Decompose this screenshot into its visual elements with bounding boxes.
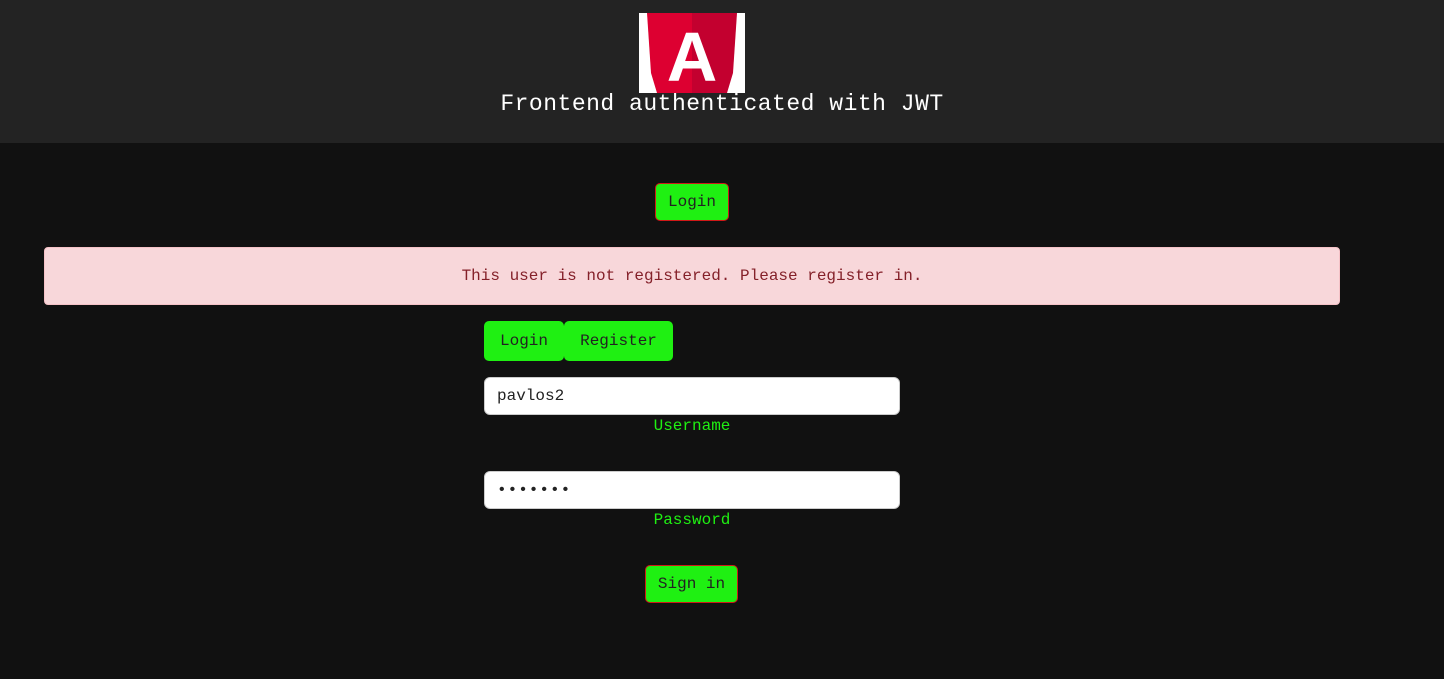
sign-in-button[interactable]: Sign in xyxy=(645,565,738,603)
app-title: Frontend authenticated with JWT xyxy=(500,91,944,117)
username-label: Username xyxy=(653,417,731,435)
login-nav-button[interactable]: Login xyxy=(655,183,729,221)
username-input[interactable] xyxy=(484,377,900,415)
error-alert: This user is not registered. Please regi… xyxy=(44,247,1340,305)
password-input[interactable] xyxy=(484,471,900,509)
app-header: A Frontend authenticated with JWT xyxy=(0,0,1444,143)
tab-login[interactable]: Login xyxy=(484,321,564,361)
password-label: Password xyxy=(653,511,731,529)
angular-logo: A xyxy=(639,13,745,93)
angular-logo-letter: A xyxy=(667,18,718,93)
tab-register[interactable]: Register xyxy=(564,321,673,361)
